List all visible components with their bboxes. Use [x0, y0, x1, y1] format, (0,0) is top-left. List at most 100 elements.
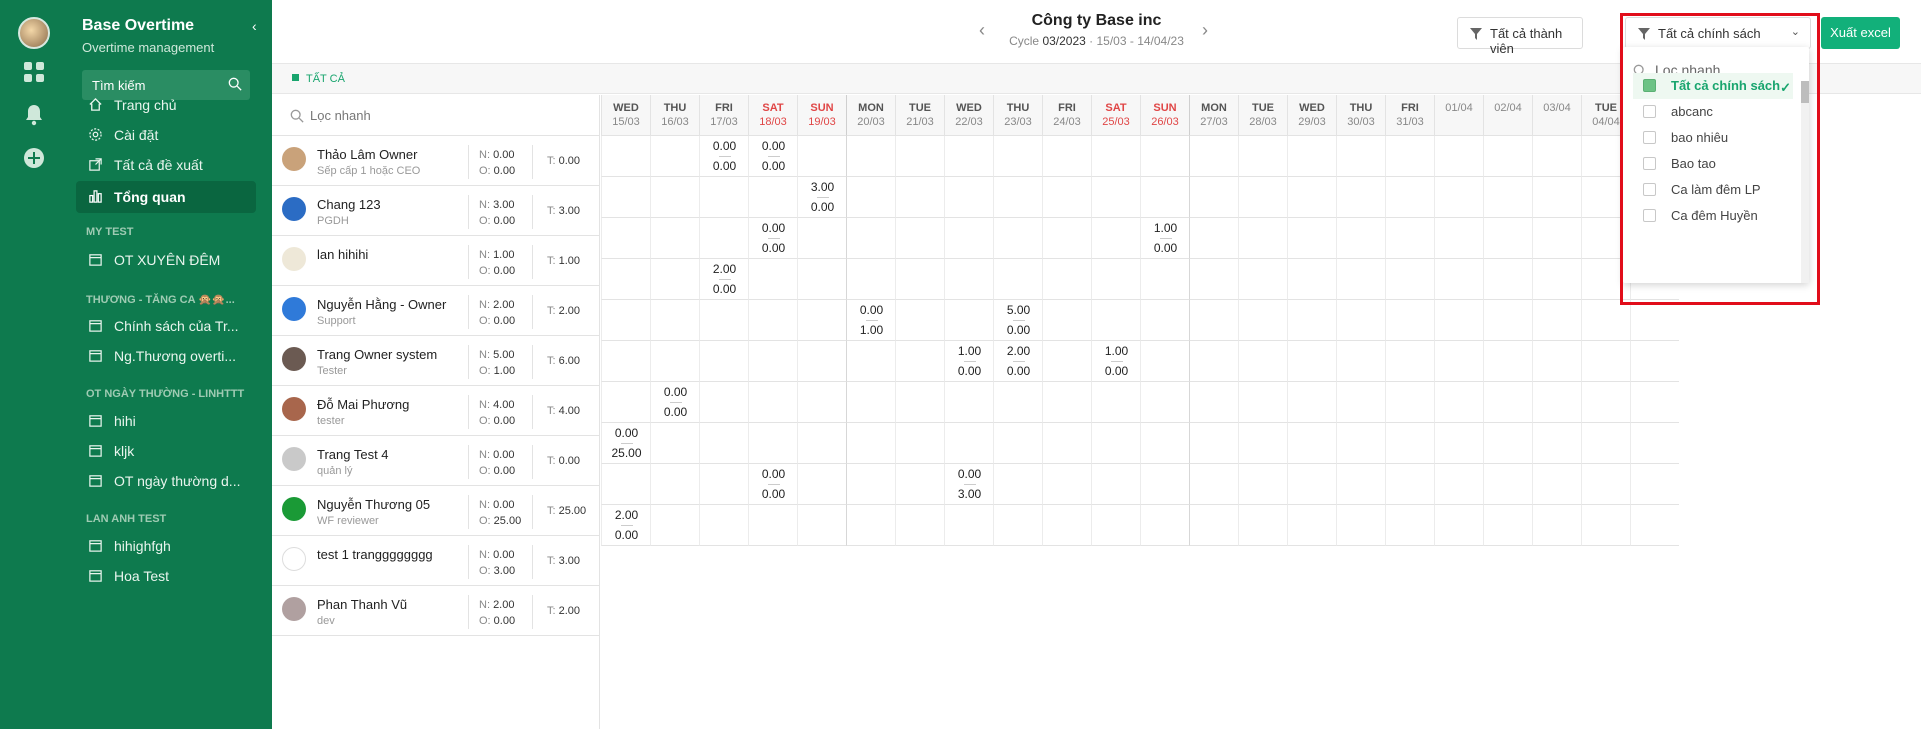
calendar-cell[interactable]	[1336, 218, 1385, 259]
calendar-cell[interactable]	[1532, 341, 1581, 382]
policy-item[interactable]: Chính sách của Tr...	[76, 310, 256, 342]
calendar-cell[interactable]	[1238, 341, 1287, 382]
calendar-cell[interactable]: 0.00 0.00	[748, 464, 797, 505]
calendar-cell[interactable]	[1238, 136, 1287, 177]
calendar-cell[interactable]	[650, 259, 699, 300]
calendar-cell[interactable]	[699, 177, 748, 218]
calendar-cell[interactable]	[846, 464, 895, 505]
calendar-cell[interactable]	[1238, 300, 1287, 341]
calendar-cell[interactable]	[1336, 259, 1385, 300]
calendar-cell[interactable]: 0.00 1.00	[846, 300, 895, 341]
calendar-cell[interactable]	[1385, 136, 1434, 177]
calendar-cell[interactable]	[601, 341, 650, 382]
calendar-cell[interactable]	[1483, 300, 1532, 341]
calendar-cell[interactable]	[1189, 341, 1238, 382]
calendar-cell[interactable]	[1287, 259, 1336, 300]
calendar-cell[interactable]	[1483, 218, 1532, 259]
policy-item[interactable]: OT ngày thường d...	[76, 465, 256, 497]
calendar-cell[interactable]	[1532, 177, 1581, 218]
employee-row[interactable]: Trang Owner system Tester N: 5.00 O: 1.00 T:…	[272, 336, 599, 386]
calendar-cell[interactable]	[601, 218, 650, 259]
calendar-cell[interactable]	[1042, 259, 1091, 300]
calendar-cell[interactable]	[650, 218, 699, 259]
calendar-cell[interactable]	[1385, 218, 1434, 259]
calendar-cell[interactable]	[699, 218, 748, 259]
calendar-cell[interactable]	[993, 136, 1042, 177]
calendar-cell[interactable]	[601, 259, 650, 300]
calendar-cell[interactable]	[846, 259, 895, 300]
calendar-cell[interactable]: 0.00 25.00	[601, 423, 650, 464]
add-circle-icon[interactable]	[22, 146, 46, 170]
calendar-cell[interactable]: 0.00 0.00	[699, 136, 748, 177]
calendar-cell[interactable]	[797, 300, 846, 341]
calendar-cell[interactable]	[1287, 136, 1336, 177]
calendar-cell[interactable]	[895, 464, 944, 505]
calendar-cell[interactable]	[1483, 136, 1532, 177]
calendar-cell[interactable]	[895, 259, 944, 300]
all-filter-chip[interactable]: TẤT CẢ	[292, 73, 345, 85]
calendar-cell[interactable]	[650, 300, 699, 341]
calendar-cell[interactable]	[1189, 464, 1238, 505]
calendar-cell[interactable]	[1532, 218, 1581, 259]
nav-settings[interactable]: Cài đặt	[76, 119, 256, 151]
calendar-cell[interactable]	[1336, 177, 1385, 218]
calendar-cell[interactable]	[1238, 382, 1287, 423]
calendar-cell[interactable]	[993, 177, 1042, 218]
calendar-cell[interactable]	[1532, 464, 1581, 505]
user-avatar[interactable]	[18, 17, 50, 49]
calendar-cell[interactable]	[1434, 218, 1483, 259]
collapse-sidebar-icon[interactable]: ‹	[252, 18, 257, 34]
calendar-cell[interactable]	[1385, 259, 1434, 300]
calendar-cell[interactable]	[1336, 505, 1385, 546]
employee-search-input[interactable]: Lọc nhanh	[272, 95, 599, 136]
calendar-cell[interactable]	[748, 505, 797, 546]
calendar-cell[interactable]	[1140, 341, 1189, 382]
calendar-cell[interactable]	[1287, 464, 1336, 505]
calendar-cell[interactable]	[601, 382, 650, 423]
calendar-cell[interactable]	[846, 218, 895, 259]
calendar-cell[interactable]	[1189, 136, 1238, 177]
calendar-cell[interactable]	[699, 464, 748, 505]
nav-proposals[interactable]: Tất cả đề xuất	[76, 149, 256, 181]
employee-row[interactable]: Nguyễn Thương 05 WF reviewer N: 0.00 O: 25.…	[272, 486, 599, 536]
calendar-cell[interactable]	[1434, 464, 1483, 505]
calendar-cell[interactable]	[1287, 177, 1336, 218]
calendar-cell[interactable]: 0.00 0.00	[748, 136, 797, 177]
calendar-cell[interactable]	[1336, 136, 1385, 177]
calendar-cell[interactable]	[895, 218, 944, 259]
calendar-cell[interactable]	[1091, 382, 1140, 423]
employee-row[interactable]: Nguyễn Hằng - Owner Support N: 2.00 O: 0.00…	[272, 286, 599, 336]
calendar-cell[interactable]	[1385, 505, 1434, 546]
calendar-cell[interactable]	[1385, 382, 1434, 423]
employee-row[interactable]: Thảo Lâm Owner Sếp cấp 1 hoặc CEO N: 0.00 O…	[272, 136, 599, 186]
calendar-cell[interactable]	[1140, 177, 1189, 218]
calendar-cell[interactable]	[846, 382, 895, 423]
bell-icon[interactable]	[22, 103, 46, 127]
calendar-cell[interactable]	[1091, 464, 1140, 505]
calendar-cell[interactable]	[1434, 259, 1483, 300]
calendar-cell[interactable]	[1581, 423, 1630, 464]
calendar-cell[interactable]	[1581, 341, 1630, 382]
calendar-cell[interactable]	[1042, 218, 1091, 259]
calendar-cell[interactable]: 2.00 0.00	[699, 259, 748, 300]
nav-home[interactable]: Trang chủ	[76, 89, 256, 121]
calendar-cell[interactable]: 1.00 0.00	[1091, 341, 1140, 382]
calendar-cell[interactable]	[699, 300, 748, 341]
calendar-cell[interactable]	[797, 218, 846, 259]
calendar-cell[interactable]	[1532, 382, 1581, 423]
calendar-cell[interactable]	[748, 423, 797, 464]
employee-row[interactable]: Trang Test 4 quản lý N: 0.00 O: 0.00 T: 0.00	[272, 436, 599, 486]
calendar-cell[interactable]	[846, 136, 895, 177]
calendar-cell[interactable]	[1140, 300, 1189, 341]
members-filter-button[interactable]: Tất cả thành viên	[1457, 17, 1583, 56]
calendar-cell[interactable]	[1287, 341, 1336, 382]
calendar-cell[interactable]	[1091, 423, 1140, 464]
calendar-cell[interactable]	[993, 505, 1042, 546]
calendar-cell[interactable]	[895, 382, 944, 423]
calendar-cell[interactable]	[797, 136, 846, 177]
calendar-cell[interactable]	[1042, 382, 1091, 423]
apps-grid-icon[interactable]	[22, 60, 46, 84]
calendar-cell[interactable]	[846, 423, 895, 464]
calendar-cell[interactable]: 0.00 0.00	[650, 382, 699, 423]
calendar-cell[interactable]	[1238, 423, 1287, 464]
